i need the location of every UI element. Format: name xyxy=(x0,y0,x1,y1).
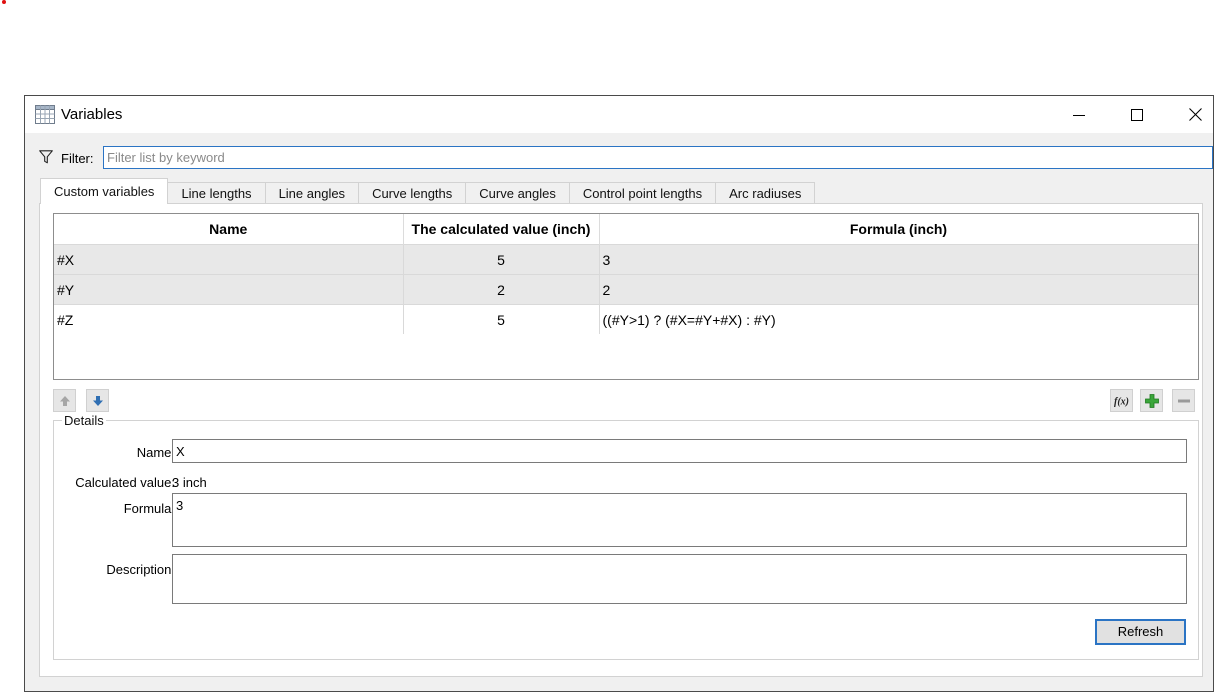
cell-name[interactable]: #Z xyxy=(54,304,404,334)
table-grid-icon xyxy=(35,105,55,124)
column-header-calculated-value[interactable]: The calculated value (inch) xyxy=(403,214,600,245)
description-field[interactable] xyxy=(172,554,1187,604)
table-row[interactable]: #Z 5 ((#Y>1) ? (#X=#Y+#X) : #Y) xyxy=(54,304,1198,334)
filter-icon xyxy=(39,150,53,164)
close-icon xyxy=(1188,108,1202,121)
maximize-button[interactable] xyxy=(1114,96,1160,133)
filter-input[interactable] xyxy=(103,146,1213,169)
details-group: Details Name: Calculated value: 3 inch F… xyxy=(53,413,1199,660)
tab-curve-lengths[interactable]: Curve lengths xyxy=(358,182,467,204)
svg-text:f(x): f(x) xyxy=(1114,396,1129,407)
minimize-button[interactable] xyxy=(1056,96,1102,133)
move-down-icon xyxy=(92,395,103,406)
filter-label: Filter: xyxy=(61,151,94,166)
table-header-row: Name The calculated value (inch) Formula… xyxy=(54,214,1198,245)
column-header-name[interactable]: Name xyxy=(54,214,404,245)
formula-label: Formula: xyxy=(123,501,175,516)
cell-calculated-value[interactable]: 5 xyxy=(403,244,600,275)
cell-name[interactable]: #Y xyxy=(54,274,404,305)
cell-calculated-value[interactable]: 2 xyxy=(403,274,600,305)
move-up-button[interactable] xyxy=(53,389,76,412)
variables-dialog: Variables Filter: Custom variables Line … xyxy=(24,95,1214,692)
cell-calculated-value[interactable]: 5 xyxy=(403,304,600,334)
refresh-button[interactable]: Refresh xyxy=(1095,619,1186,645)
description-label: Description: xyxy=(106,562,175,577)
maximize-icon xyxy=(1131,108,1143,121)
name-label: Name: xyxy=(136,445,175,460)
details-legend: Details xyxy=(62,413,106,428)
tab-custom-variables[interactable]: Custom variables xyxy=(40,178,169,204)
calculated-value-label: Calculated value: xyxy=(75,475,175,490)
variables-table[interactable]: Name The calculated value (inch) Formula… xyxy=(53,213,1199,380)
tab-arc-radiuses[interactable]: Arc radiuses xyxy=(715,182,816,204)
remove-icon xyxy=(1177,399,1190,402)
column-header-formula[interactable]: Formula (inch) xyxy=(599,214,1198,245)
tab-bar: Custom variables Line lengths Line angle… xyxy=(40,178,816,204)
formula-wizard-button[interactable]: f(x) xyxy=(1110,389,1133,412)
move-up-icon xyxy=(59,395,70,406)
cell-formula[interactable]: 2 xyxy=(599,274,1198,305)
name-field[interactable] xyxy=(172,439,1187,463)
formula-field[interactable]: 3 xyxy=(172,493,1187,547)
cell-formula[interactable]: 3 xyxy=(599,244,1198,275)
table-toolbar: f(x) xyxy=(53,388,1199,413)
remove-variable-button[interactable] xyxy=(1172,389,1195,412)
window-title: Variables xyxy=(61,106,123,123)
tab-control-point-lengths[interactable]: Control point lengths xyxy=(568,182,717,204)
cell-formula[interactable]: ((#Y>1) ? (#X=#Y+#X) : #Y) xyxy=(599,304,1198,334)
close-button[interactable] xyxy=(1172,96,1215,133)
title-bar[interactable]: Variables xyxy=(25,96,1213,133)
calculated-value: 3 inch xyxy=(172,475,207,490)
tab-line-angles[interactable]: Line angles xyxy=(264,182,360,204)
move-down-button[interactable] xyxy=(86,389,109,412)
minimize-icon xyxy=(1073,114,1085,116)
function-icon: f(x) xyxy=(1114,396,1129,407)
tab-line-lengths[interactable]: Line lengths xyxy=(167,182,266,204)
cell-name[interactable]: #X xyxy=(54,244,404,275)
table-row[interactable]: #X 5 3 xyxy=(54,244,1198,275)
add-icon xyxy=(1144,393,1159,408)
tab-curve-angles[interactable]: Curve angles xyxy=(465,182,570,204)
table-row[interactable]: #Y 2 2 xyxy=(54,274,1198,305)
add-variable-button[interactable] xyxy=(1140,389,1163,412)
stray-red-dot xyxy=(2,0,6,4)
custom-variables-panel: Name The calculated value (inch) Formula… xyxy=(39,203,1203,677)
